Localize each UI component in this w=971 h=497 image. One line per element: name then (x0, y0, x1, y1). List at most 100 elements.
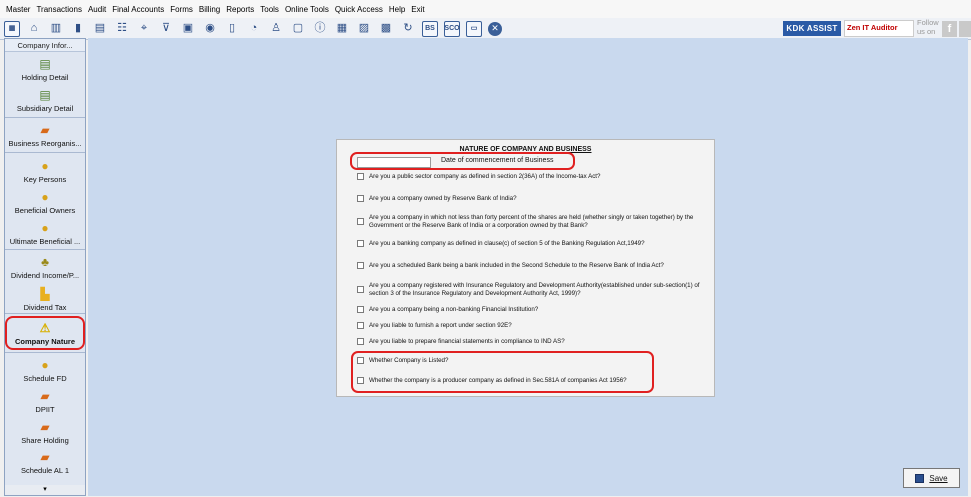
question-ind-as[interactable]: Are you liable to prepare financial stat… (357, 338, 707, 346)
checkbox[interactable] (357, 286, 364, 293)
sidebar-item-ultimate-beneficial[interactable]: ● Ultimate Beneficial ... (5, 221, 85, 246)
briefcase-icon: ▰ (40, 389, 50, 403)
question-forty-percent-govt[interactable]: Are you a company in which not less than… (357, 214, 707, 229)
account-icon[interactable]: ♙ (268, 21, 284, 37)
question-section-92e[interactable]: Are you liable to furnish a report under… (357, 322, 707, 330)
menu-quick-access[interactable]: Quick Access (335, 5, 383, 14)
sidebar-item-schedule-al-1[interactable]: ▰ Schedule AL 1 (5, 450, 85, 475)
toggle-icon[interactable]: ◉ (202, 21, 218, 37)
info-icon[interactable]: ⓘ (312, 21, 328, 37)
bar-chart-icon[interactable]: ▮ (70, 21, 86, 37)
menu-final-accounts[interactable]: Final Accounts (112, 5, 164, 14)
menu-billing[interactable]: Billing (199, 5, 220, 14)
calendar-icon[interactable]: ▩ (378, 21, 394, 37)
sidebar-divider (5, 152, 85, 153)
menu-transactions[interactable]: Transactions (36, 5, 82, 14)
sidebar-item-key-persons[interactable]: ● Key Persons (5, 159, 85, 184)
question-label: Are you a company in which not less than… (369, 214, 694, 229)
social-icon[interactable] (959, 21, 971, 37)
save-disk-icon (915, 473, 925, 483)
follow-us-label: Follow us on (917, 18, 939, 36)
doc-box-icon[interactable]: ▭ (466, 20, 482, 37)
sidebar-item-label: Beneficial Owners (14, 206, 76, 215)
question-label: Are you liable to prepare financial stat… (369, 338, 565, 345)
kdk-assist-button[interactable]: KDK ASSIST (783, 21, 841, 36)
sidebar-item-business-reorganisation[interactable]: ▰ Business Reorganis... (5, 123, 85, 148)
sidebar-item-label: Key Persons (23, 175, 67, 184)
refresh-icon[interactable]: ↻ (400, 21, 416, 37)
checkbox[interactable] (357, 240, 364, 247)
question-label: Are you a scheduled Bank being a bank in… (369, 262, 664, 269)
sidebar-item-label: Ultimate Beneficial ... (9, 237, 81, 246)
question-nbfc[interactable]: Are you a company being a non-banking Fi… (357, 306, 707, 314)
sidebar-item-label: Dividend Tax (23, 303, 67, 312)
menu-help[interactable]: Help (389, 5, 405, 14)
calendar-grid-icon[interactable]: ▤ (92, 21, 108, 37)
person-icon: ● (41, 159, 49, 173)
sidebar-item-label: Schedule FD (23, 374, 67, 383)
menu-master[interactable]: Master (6, 5, 30, 14)
question-irda-registered[interactable]: Are you a company registered with Insura… (357, 282, 707, 297)
application-window: Master Transactions Audit Final Accounts… (0, 0, 971, 497)
checkbox[interactable] (357, 195, 364, 202)
listed-producer-highlight (351, 351, 654, 393)
checkbox[interactable] (357, 218, 364, 225)
question-label: Are you a company being a non-banking Fi… (369, 306, 539, 313)
sidebar-item-dividend-income[interactable]: ♣ Dividend Income/P... (5, 255, 85, 280)
checkbox[interactable] (357, 262, 364, 269)
filter-arrow-icon[interactable]: ⊽ (158, 21, 174, 37)
checkbox[interactable] (357, 338, 364, 345)
sidebar-item-dpiit[interactable]: ▰ DPIIT (5, 389, 85, 414)
sidebar-header[interactable]: Company Infor... (5, 39, 85, 52)
calculator2-icon[interactable]: ▦ (334, 21, 350, 37)
question-public-sector[interactable]: Are you a public sector company as defin… (357, 173, 707, 181)
checkbox[interactable] (357, 173, 364, 180)
sidebar-item-label: Schedule AL 1 (20, 466, 70, 475)
briefcase-icon: ▰ (40, 450, 50, 464)
group-icon[interactable]: ☷ (114, 21, 130, 37)
sidebar-item-holding-detail[interactable]: ▤ Holding Detail (5, 57, 85, 82)
sco-icon[interactable]: SCO (444, 20, 460, 37)
sidebar-item-schedule-fd[interactable]: ● Schedule FD (5, 358, 85, 383)
save-label: Save (929, 473, 948, 483)
sidebar-item-subsidiary-detail[interactable]: ▤ Subsidiary Detail (5, 88, 85, 113)
briefcase-icon: ▰ (40, 420, 50, 434)
report-icon[interactable]: ▨ (356, 21, 372, 37)
menu-online-tools[interactable]: Online Tools (285, 5, 329, 14)
money-bag-icon: ♣ (41, 255, 49, 269)
menu-audit[interactable]: Audit (88, 5, 106, 14)
sidebar-scroll-down[interactable]: ▾ (5, 485, 85, 495)
question-scheduled-bank[interactable]: Are you a scheduled Bank being a bank in… (357, 262, 707, 270)
question-banking-company[interactable]: Are you a banking company as defined in … (357, 240, 707, 248)
copy-icon[interactable]: ▢ (290, 21, 306, 37)
question-label: Are you liable to furnish a report under… (369, 322, 512, 329)
zen-it-auditor-field: Zen IT Auditor (844, 20, 914, 37)
menu-tools[interactable]: Tools (260, 5, 279, 14)
menu-reports[interactable]: Reports (226, 5, 254, 14)
menu-exit[interactable]: Exit (411, 5, 424, 14)
filter-icon[interactable]: ⌖ (136, 21, 152, 37)
bs-icon[interactable]: BS (422, 20, 438, 37)
folder-icon: ▙ (40, 287, 50, 301)
question-label: Are you a company owned by Reserve Bank … (369, 195, 517, 202)
sidebar-divider (5, 249, 85, 250)
sidebar-item-label: Dividend Income/P... (10, 271, 80, 280)
save-disk-icon[interactable]: ▣ (180, 21, 196, 37)
question-owned-by-rbi[interactable]: Are you a company owned by Reserve Bank … (357, 195, 707, 203)
pie-chart-icon[interactable]: ◔ (246, 21, 262, 37)
checkbox[interactable] (357, 306, 364, 313)
sidebar-item-dividend-tax[interactable]: ▙ Dividend Tax (5, 287, 85, 312)
close-icon[interactable]: ✕ (488, 21, 502, 36)
document-icon[interactable]: ▯ (224, 21, 240, 37)
save-button[interactable]: Save (903, 468, 960, 488)
facebook-icon[interactable]: f (942, 21, 957, 37)
calculator-icon[interactable]: ▦ (4, 20, 20, 37)
home-icon[interactable]: ⌂ (26, 21, 42, 37)
person-icon: ● (41, 190, 49, 204)
sidebar-item-beneficial-owners[interactable]: ● Beneficial Owners (5, 190, 85, 215)
building-icon[interactable]: ▥ (48, 21, 64, 37)
menu-forms[interactable]: Forms (170, 5, 193, 14)
sidebar-item-label: Holding Detail (21, 73, 69, 82)
sidebar-item-share-holding[interactable]: ▰ Share Holding (5, 420, 85, 445)
checkbox[interactable] (357, 322, 364, 329)
